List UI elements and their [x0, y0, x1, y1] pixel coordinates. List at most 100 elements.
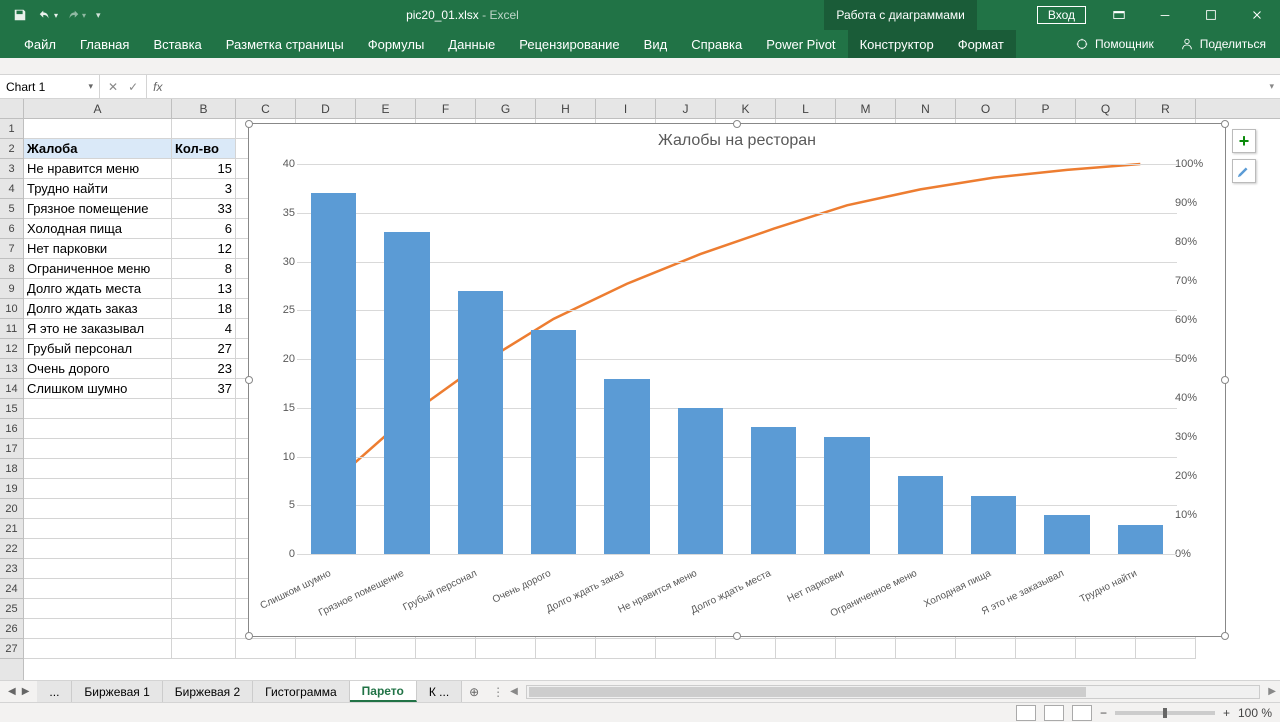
row-header[interactable]: 25 [0, 599, 23, 619]
column-header[interactable]: P [1016, 99, 1076, 118]
cell[interactable] [172, 419, 236, 439]
horizontal-scrollbar[interactable] [522, 685, 1264, 699]
zoom-level[interactable]: 100 % [1238, 706, 1272, 720]
cell[interactable] [172, 439, 236, 459]
cell[interactable]: 23 [172, 359, 236, 379]
fx-icon[interactable]: fx [147, 80, 168, 94]
cell[interactable] [476, 639, 536, 659]
cell[interactable] [24, 599, 172, 619]
cell[interactable] [24, 399, 172, 419]
cell[interactable] [172, 619, 236, 639]
cell[interactable] [896, 639, 956, 659]
ribbon-context-tab[interactable]: Конструктор [848, 30, 946, 58]
row-header[interactable]: 3 [0, 159, 23, 179]
row-header[interactable]: 14 [0, 379, 23, 399]
cell[interactable] [716, 639, 776, 659]
row-header[interactable]: 17 [0, 439, 23, 459]
ribbon-tab[interactable]: Вид [632, 30, 680, 58]
maximize-icon[interactable] [1188, 0, 1234, 30]
cell[interactable] [24, 579, 172, 599]
chart-bar[interactable] [384, 232, 429, 554]
cell[interactable] [416, 639, 476, 659]
column-header[interactable]: M [836, 99, 896, 118]
cell[interactable] [172, 539, 236, 559]
cell[interactable]: Грязное помещение [24, 199, 172, 219]
cell[interactable] [24, 119, 172, 139]
chart-bar[interactable] [898, 476, 943, 554]
row-header[interactable]: 12 [0, 339, 23, 359]
zoom-slider[interactable] [1115, 711, 1215, 715]
cell[interactable] [836, 639, 896, 659]
chart-bar[interactable] [751, 427, 796, 554]
ribbon-tab[interactable]: Данные [436, 30, 507, 58]
cell[interactable]: Жалоба [24, 139, 172, 159]
redo-icon[interactable]: ▾ [64, 3, 88, 27]
sheet-tab[interactable]: ... [37, 681, 72, 702]
cell[interactable]: 18 [172, 299, 236, 319]
cell[interactable]: Трудно найти [24, 179, 172, 199]
cell[interactable] [172, 519, 236, 539]
row-header[interactable]: 16 [0, 419, 23, 439]
cell[interactable]: 8 [172, 259, 236, 279]
cell[interactable] [172, 579, 236, 599]
cell[interactable] [172, 459, 236, 479]
cell[interactable]: 13 [172, 279, 236, 299]
cell[interactable]: Долго ждать заказ [24, 299, 172, 319]
row-header[interactable]: 1 [0, 119, 23, 139]
cell[interactable]: 37 [172, 379, 236, 399]
row-header[interactable]: 23 [0, 559, 23, 579]
column-header[interactable]: K [716, 99, 776, 118]
cell[interactable]: 4 [172, 319, 236, 339]
row-header[interactable]: 4 [0, 179, 23, 199]
row-header[interactable]: 11 [0, 319, 23, 339]
cancel-icon[interactable]: ✕ [108, 80, 118, 94]
column-header[interactable]: L [776, 99, 836, 118]
cell[interactable] [776, 639, 836, 659]
chart-bar[interactable] [824, 437, 869, 554]
minimize-icon[interactable] [1142, 0, 1188, 30]
cell[interactable]: Не нравится меню [24, 159, 172, 179]
row-header[interactable]: 26 [0, 619, 23, 639]
chart-elements-button[interactable]: + [1232, 129, 1256, 153]
cell[interactable]: 15 [172, 159, 236, 179]
chart-bar[interactable] [604, 379, 649, 555]
row-header[interactable]: 20 [0, 499, 23, 519]
sheet-tab[interactable]: Биржевая 2 [163, 681, 253, 702]
cell[interactable] [172, 559, 236, 579]
chart-bar[interactable] [458, 291, 503, 554]
row-header[interactable]: 21 [0, 519, 23, 539]
select-all-triangle[interactable] [0, 99, 24, 118]
undo-icon[interactable]: ▾ [36, 3, 60, 27]
row-header[interactable]: 10 [0, 299, 23, 319]
column-header[interactable]: G [476, 99, 536, 118]
column-header[interactable]: R [1136, 99, 1196, 118]
cell[interactable] [24, 539, 172, 559]
cell[interactable] [356, 639, 416, 659]
column-header[interactable]: C [236, 99, 296, 118]
cell[interactable] [1136, 639, 1196, 659]
cell[interactable] [656, 639, 716, 659]
cell[interactable] [236, 639, 296, 659]
chart-bar[interactable] [971, 496, 1016, 555]
cell[interactable]: Нет парковки [24, 239, 172, 259]
row-headers[interactable]: 1234567891011121314151617181920212223242… [0, 119, 24, 680]
cell[interactable] [172, 399, 236, 419]
signin-button[interactable]: Вход [1037, 6, 1086, 24]
cell[interactable]: 3 [172, 179, 236, 199]
cell[interactable] [24, 499, 172, 519]
cell[interactable] [172, 499, 236, 519]
row-header[interactable]: 22 [0, 539, 23, 559]
cell[interactable] [24, 479, 172, 499]
cell[interactable]: Ограниченное меню [24, 259, 172, 279]
cell[interactable]: Я это не заказывал [24, 319, 172, 339]
row-header[interactable]: 2 [0, 139, 23, 159]
cell[interactable] [24, 619, 172, 639]
chart-cumulative-line[interactable] [334, 164, 1141, 481]
ribbon-tab[interactable]: Формулы [356, 30, 437, 58]
chart-object[interactable]: Жалобы на ресторан 0510152025303540 0%10… [248, 123, 1226, 637]
chart-bar[interactable] [678, 408, 723, 554]
cell[interactable] [1076, 639, 1136, 659]
hscroll-right-icon[interactable]: ▶ [1264, 686, 1280, 697]
cell[interactable]: Очень дорого [24, 359, 172, 379]
ribbon-options-icon[interactable] [1096, 0, 1142, 30]
